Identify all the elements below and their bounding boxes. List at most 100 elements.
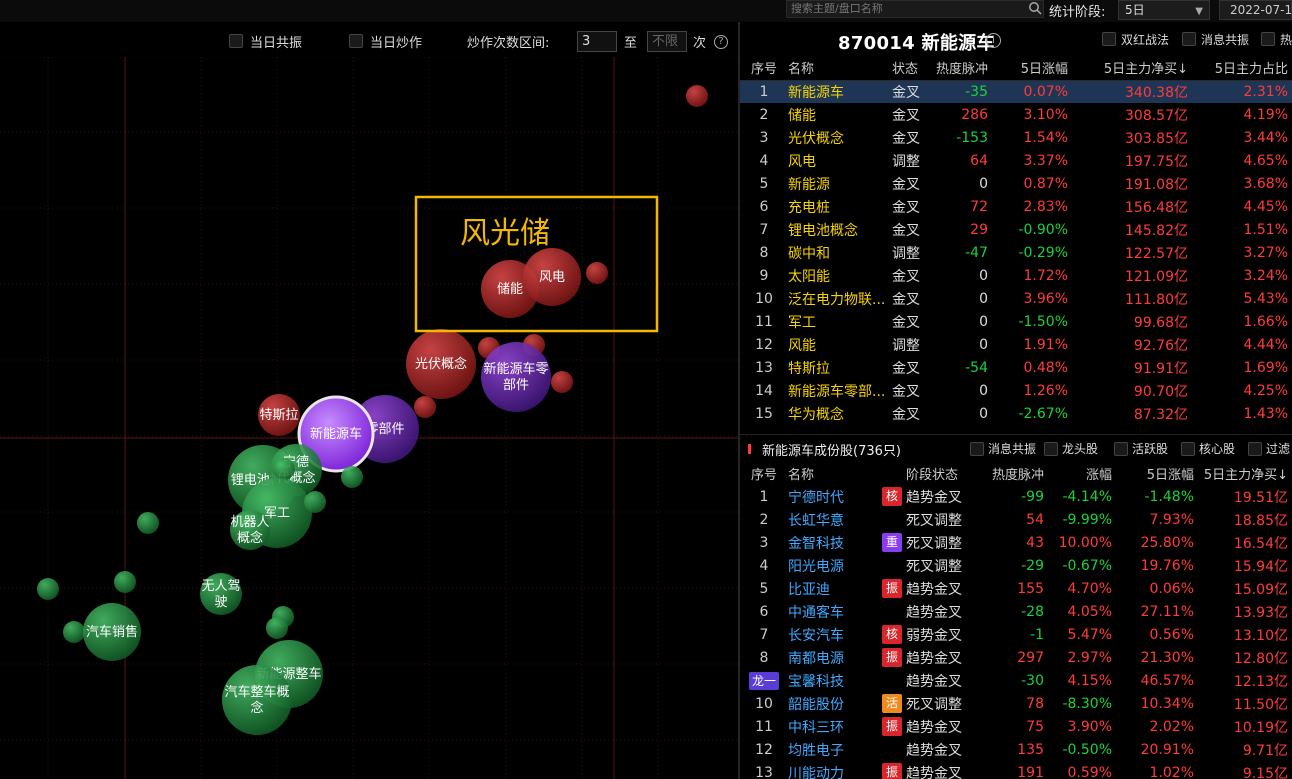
bubble-red[interactable] bbox=[686, 85, 708, 107]
info-icon[interactable]: i bbox=[986, 33, 1001, 48]
heat-pulse: 43 bbox=[1026, 534, 1044, 551]
core-filter-checkbox[interactable] bbox=[1181, 442, 1195, 456]
bubble-purple[interactable] bbox=[481, 342, 551, 412]
col-5d-change[interactable]: 5日涨幅 bbox=[992, 56, 1072, 80]
row-index: 13 bbox=[755, 359, 773, 376]
stock-name[interactable]: 韶能股份 bbox=[788, 692, 878, 715]
row-index: 8 bbox=[759, 244, 769, 261]
col-name[interactable]: 名称 bbox=[788, 56, 892, 80]
concept-row[interactable]: 4 风电 调整 64 3.37% 197.75亿 4.65% bbox=[740, 149, 1292, 172]
stock-name[interactable]: 中科三环 bbox=[788, 715, 878, 738]
resonance-checkbox[interactable] bbox=[229, 34, 243, 48]
stock-row[interactable]: 1 宁德时代核趋势金叉 -99 -4.14% -1.48% 19.51亿 bbox=[740, 485, 1292, 508]
range-to-input[interactable]: 不限 bbox=[647, 31, 687, 52]
concept-row[interactable]: 5 新能源 金叉 0 0.87% 191.08亿 3.68% bbox=[740, 172, 1292, 195]
stock-name[interactable]: 阳光电源 bbox=[788, 554, 878, 577]
stock-name[interactable]: 比亚迪 bbox=[788, 577, 878, 600]
date-picker[interactable]: 2022-07-15 bbox=[1219, 0, 1292, 20]
col-name[interactable]: 名称 bbox=[788, 462, 878, 485]
stock-row[interactable]: 13 川能动力振趋势金叉 191 0.59% 1.02% 9.15亿 bbox=[740, 761, 1292, 779]
col-status[interactable]: 状态 bbox=[892, 56, 932, 80]
bubble-label: 念 bbox=[250, 700, 263, 716]
stage-select[interactable]: 5日 ▼ bbox=[1118, 0, 1210, 20]
concept-row[interactable]: 6 充电桩 金叉 72 2.83% 156.48亿 4.45% bbox=[740, 195, 1292, 218]
stock-name[interactable]: 均胜电子 bbox=[788, 738, 878, 761]
stock-name[interactable]: 长虹华意 bbox=[788, 508, 878, 531]
bubble-red[interactable] bbox=[414, 396, 436, 418]
stock-row[interactable]: 7 长安汽车核弱势金叉 -1 5.47% 0.56% 13.10亿 bbox=[740, 623, 1292, 646]
concept-row[interactable]: 7 锂电池概念 金叉 29 -0.90% 145.82亿 1.51% bbox=[740, 218, 1292, 241]
stock-row[interactable]: 5 比亚迪振趋势金叉 155 4.70% 0.06% 15.09亿 bbox=[740, 577, 1292, 600]
stock-name[interactable]: 长安汽车 bbox=[788, 623, 878, 646]
stock-row[interactable]: 龙一 宝馨科技 趋势金叉 -30 4.15% 46.57% 12.13亿 bbox=[740, 669, 1292, 692]
search-icon[interactable] bbox=[1028, 1, 1042, 15]
stock-row[interactable]: 11 中科三环振趋势金叉 75 3.90% 2.02% 10.19亿 bbox=[740, 715, 1292, 738]
help-icon[interactable]: ? bbox=[714, 35, 728, 49]
stock-row[interactable]: 12 均胜电子 趋势金叉 135 -0.50% 20.91% 9.71亿 bbox=[740, 738, 1292, 761]
double-red-checkbox[interactable] bbox=[1102, 32, 1116, 46]
stock-name[interactable]: 宝馨科技 bbox=[788, 669, 878, 692]
news-resonance-checkbox[interactable] bbox=[1182, 32, 1196, 46]
concept-name: 充电桩 bbox=[788, 199, 830, 216]
stock-row[interactable]: 3 金智科技重死叉调整 43 10.00% 25.80% 16.54亿 bbox=[740, 531, 1292, 554]
col-5d-ratio[interactable]: 5日主力占比 bbox=[1192, 56, 1292, 80]
stock-row[interactable]: 8 南都电源振趋势金叉 297 2.97% 21.30% 12.80亿 bbox=[740, 646, 1292, 669]
col-5d-netbuy[interactable]: 5日主力净买↓ bbox=[1198, 462, 1292, 485]
concept-row[interactable]: 13 特斯拉 金叉 -54 0.48% 91.91亿 1.69% bbox=[740, 356, 1292, 379]
heat-pulse: 0 bbox=[979, 267, 988, 284]
bubble-green[interactable] bbox=[222, 665, 292, 735]
stock-name[interactable]: 金智科技 bbox=[788, 531, 878, 554]
concept-row[interactable]: 12 风能 调整 0 1.91% 92.76亿 4.44% bbox=[740, 333, 1292, 356]
range-from-input[interactable]: 3 bbox=[577, 31, 617, 52]
bubble-green[interactable] bbox=[137, 512, 159, 534]
col-index[interactable]: 序号 bbox=[740, 462, 788, 485]
bubble-green[interactable] bbox=[63, 621, 85, 643]
hype-checkbox[interactable] bbox=[349, 34, 363, 48]
bubble-label: 汽车整车概 bbox=[224, 684, 289, 700]
col-change[interactable]: 涨幅 bbox=[1048, 462, 1116, 485]
stock-name[interactable]: 南都电源 bbox=[788, 646, 878, 669]
leader-filter-checkbox[interactable] bbox=[1044, 442, 1058, 456]
bubble-green[interactable] bbox=[37, 578, 59, 600]
exclude-filter-checkbox[interactable] bbox=[1248, 442, 1262, 456]
news-filter-checkbox[interactable] bbox=[970, 442, 984, 456]
concept-row[interactable]: 14 新能源车零部... 金叉 0 1.26% 90.70亿 4.25% bbox=[740, 379, 1292, 402]
stock-row[interactable]: 4 阳光电源 死叉调整 -29 -0.67% 19.76% 15.94亿 bbox=[740, 554, 1292, 577]
bubble-red[interactable] bbox=[551, 371, 573, 393]
concept-row[interactable]: 8 碳中和 调整 -47 -0.29% 122.57亿 3.27% bbox=[740, 241, 1292, 264]
col-heat[interactable]: 热度脉冲 bbox=[932, 56, 992, 80]
bubble-green[interactable] bbox=[341, 466, 363, 488]
hot-checkbox[interactable] bbox=[1261, 32, 1275, 46]
concept-row[interactable]: 11 军工 金叉 0 -1.50% 99.68亿 1.66% bbox=[740, 310, 1292, 333]
stock-row[interactable]: 2 长虹华意 死叉调整 54 -9.99% 7.93% 18.85亿 bbox=[740, 508, 1292, 531]
change: -4.14% bbox=[1062, 488, 1112, 505]
row-index: 1 bbox=[740, 80, 788, 103]
concept-name: 新能源车 bbox=[788, 80, 892, 103]
active-filter-checkbox[interactable] bbox=[1114, 442, 1128, 456]
stock-name[interactable]: 中通客车 bbox=[788, 600, 878, 623]
bubble-green[interactable] bbox=[266, 617, 288, 639]
stock-row[interactable]: 6 中通客车 趋势金叉 -28 4.05% 27.11% 13.93亿 bbox=[740, 600, 1292, 623]
concept-row[interactable]: 15 华为概念 金叉 0 -2.67% 87.32亿 1.43% bbox=[740, 402, 1292, 425]
col-heat[interactable]: 热度脉冲 bbox=[982, 462, 1048, 485]
stock-row[interactable]: 10 韶能股份活死叉调整 78 -8.30% 10.34% 11.50亿 bbox=[740, 692, 1292, 715]
stock-name[interactable]: 川能动力 bbox=[788, 761, 878, 779]
search-input[interactable]: 搜索主题/盘口名称 bbox=[786, 0, 1044, 18]
stock-name[interactable]: 宁德时代 bbox=[788, 485, 878, 508]
stock-tag-cell bbox=[878, 669, 906, 692]
exclude-filter-label: 过滤 bbox=[1266, 442, 1291, 456]
bubble-green[interactable] bbox=[273, 458, 295, 480]
col-index[interactable]: 序号 bbox=[740, 56, 788, 80]
concept-row[interactable]: 1 新能源车 金叉 -35 0.07% 340.38亿 2.31% bbox=[740, 80, 1292, 103]
concept-row[interactable]: 2 储能 金叉 286 3.10% 308.57亿 4.19% bbox=[740, 103, 1292, 126]
concept-row[interactable]: 3 光伏概念 金叉 -153 1.54% 303.85亿 3.44% bbox=[740, 126, 1292, 149]
col-5d-change[interactable]: 5日涨幅 bbox=[1116, 462, 1198, 485]
bubble-green[interactable] bbox=[304, 491, 326, 513]
col-stage-status[interactable]: 阶段状态 bbox=[906, 462, 982, 485]
concept-row[interactable]: 9 太阳能 金叉 0 1.72% 121.09亿 3.24% bbox=[740, 264, 1292, 287]
bubble-green[interactable] bbox=[114, 571, 136, 593]
five-day-ratio: 4.44% bbox=[1243, 336, 1288, 353]
bubble-red[interactable] bbox=[586, 262, 608, 284]
concept-row[interactable]: 10 泛在电力物联... 金叉 0 3.96% 111.80亿 5.43% bbox=[740, 287, 1292, 310]
col-5d-netbuy[interactable]: 5日主力净买↓ bbox=[1072, 56, 1192, 80]
